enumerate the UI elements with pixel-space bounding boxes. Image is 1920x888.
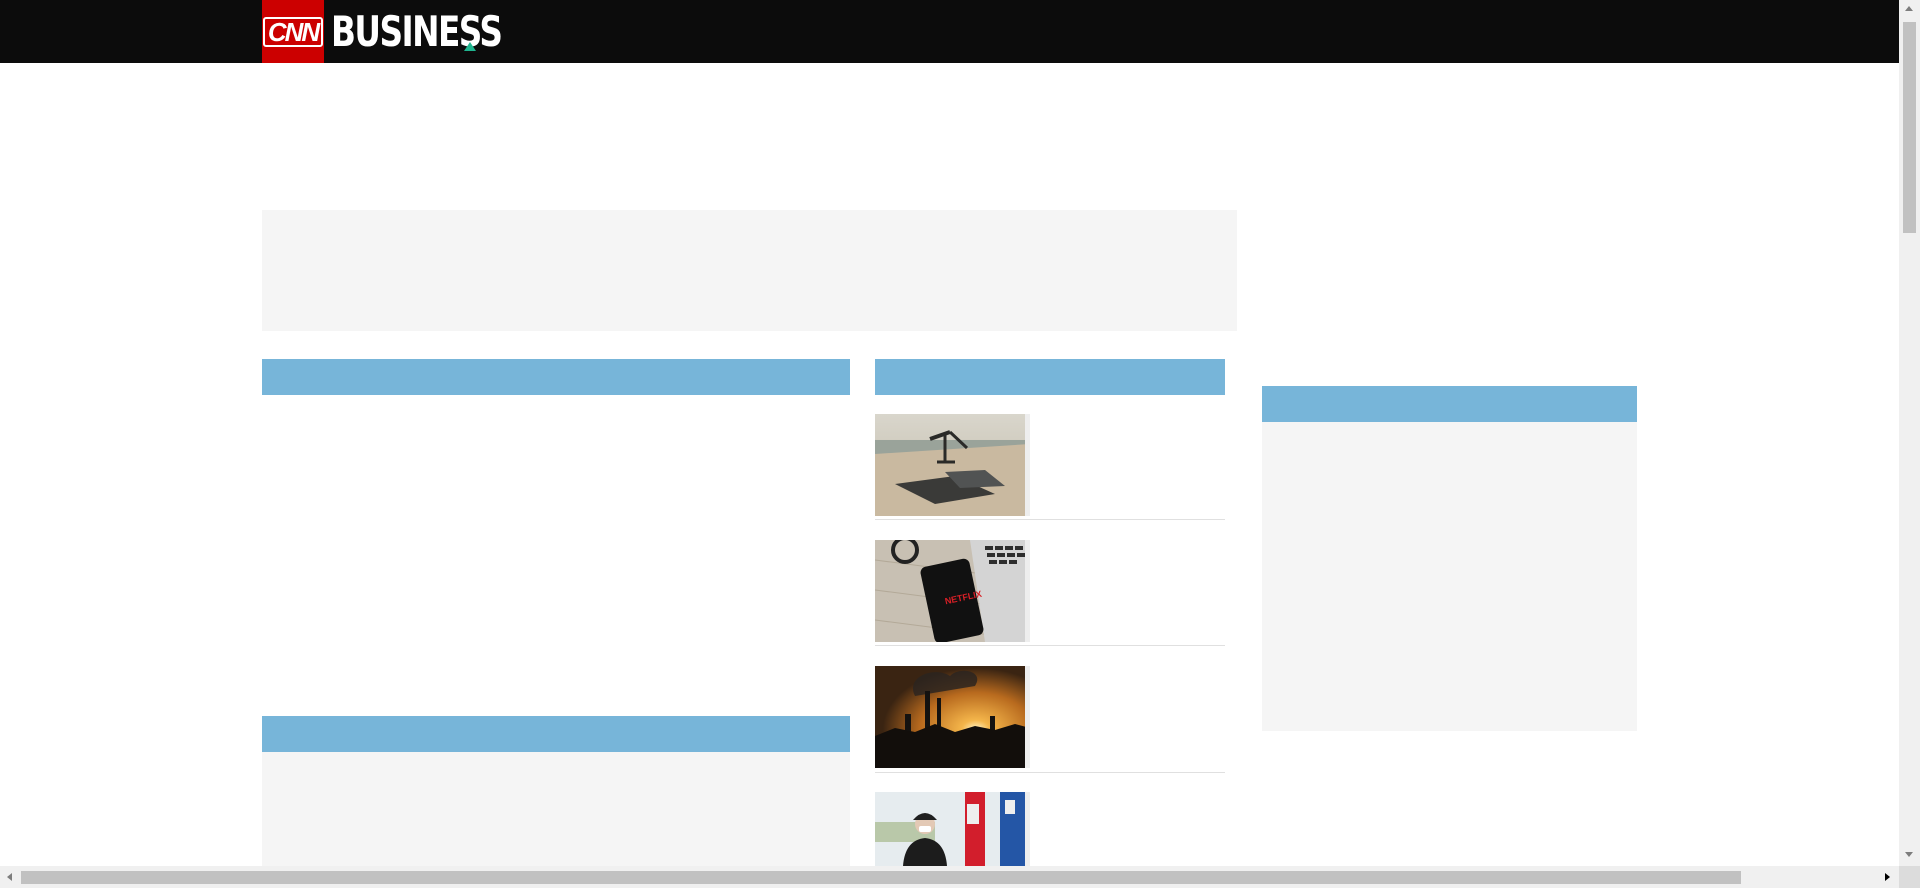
horizontal-scroll-thumb[interactable] [21,871,1741,884]
story-item[interactable] [875,666,1225,773]
right-rail-placeholder [1262,422,1637,731]
section-header-bar-left-lower [262,716,850,752]
cnn-logo[interactable]: CNN [262,0,324,63]
vertical-scroll-thumb[interactable] [1903,22,1916,233]
vertical-scrollbar[interactable] [1899,0,1920,866]
section-header-bar-left [262,359,850,395]
scrollbar-corner [1899,866,1920,888]
story-item[interactable]: NETFLIX [875,540,1225,646]
scroll-up-arrow-icon[interactable] [1905,6,1913,11]
brand-triangle-icon [464,42,476,51]
story-item[interactable] [875,792,1225,866]
section-header-bar-middle [875,359,1225,395]
business-brand-link[interactable]: BUSINESS [331,6,549,56]
left-lower-placeholder [262,752,850,866]
scroll-right-arrow-icon[interactable] [1885,873,1890,881]
section-header-bar-right [1262,386,1637,422]
cnn-logo-text: CNN [262,16,324,47]
scroll-down-arrow-icon[interactable] [1905,852,1913,857]
story-item[interactable] [875,414,1225,520]
top-navigation-bar: CNN BUSINESS [0,0,1899,63]
ad-banner-placeholder [262,210,1237,331]
horizontal-scrollbar[interactable] [0,866,1899,888]
refinery-sunset-image[interactable] [875,666,1030,768]
scroll-left-arrow-icon[interactable] [7,873,12,881]
netflix-phone-laptop-image[interactable]: NETFLIX [875,540,1030,642]
oil-pumpjack-image[interactable] [875,414,1030,516]
gas-station-attendant-image[interactable] [875,792,1030,866]
page: CNN BUSINESS NETFLIX [0,0,1920,888]
